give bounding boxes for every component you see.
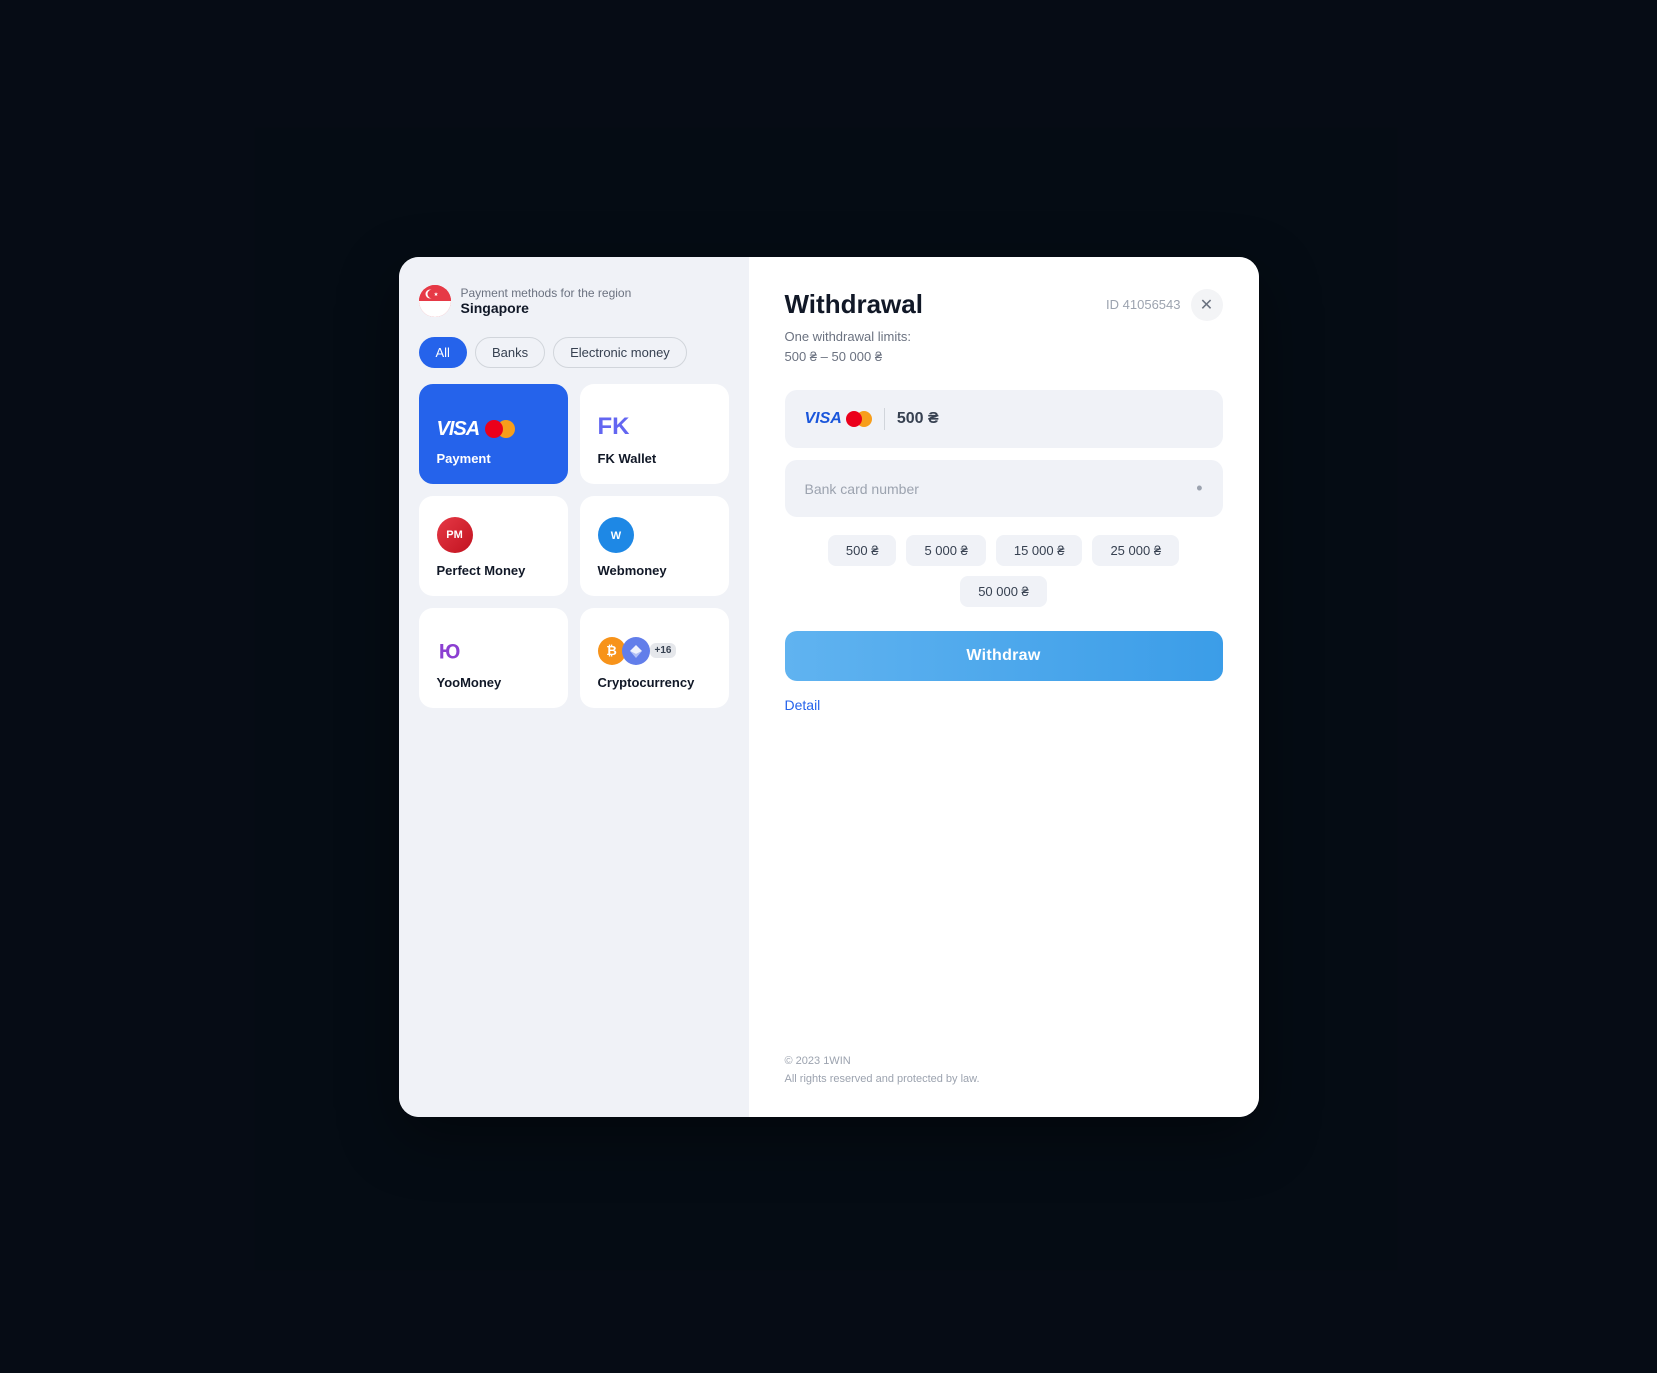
amount-chip-5000[interactable]: 5 000 ₴ — [906, 535, 985, 566]
region-name: Singapore — [461, 300, 632, 316]
withdrawal-header: Withdrawal ID 41056543 ✕ — [785, 289, 1223, 321]
close-button[interactable]: ✕ — [1191, 289, 1223, 321]
filter-banks[interactable]: Banks — [475, 337, 545, 368]
visa-label: Payment — [437, 451, 491, 466]
limits-line1: One withdrawal limits: — [785, 329, 911, 344]
region-label: Payment methods for the region — [461, 286, 632, 300]
payment-webmoney[interactable]: W Webmoney — [580, 496, 729, 596]
visa-logo: VISA — [437, 418, 516, 441]
yoomoney-label: YooMoney — [437, 675, 502, 690]
withdrawal-limits: One withdrawal limits: 500 ₴ – 50 000 ₴ — [785, 327, 1223, 369]
payment-visa[interactable]: VISA Payment — [419, 384, 568, 484]
quick-amounts: 500 ₴ 5 000 ₴ 15 000 ₴ 25 000 ₴ 50 000 ₴ — [785, 535, 1223, 607]
svg-text:Ю: Ю — [438, 640, 459, 663]
modal-dialog: Payment methods for the region Singapore… — [399, 257, 1259, 1117]
svg-text:W: W — [610, 530, 621, 542]
withdraw-button[interactable]: Withdraw — [785, 631, 1223, 681]
detail-link[interactable]: Detail — [785, 697, 1223, 713]
amount-divider — [884, 408, 885, 430]
fk-wallet-label: FK Wallet — [598, 451, 657, 466]
amount-chip-25000[interactable]: 25 000 ₴ — [1092, 535, 1179, 566]
flag-icon — [419, 285, 451, 317]
payment-fk-wallet[interactable]: FK FK Wallet — [580, 384, 729, 484]
yoomoney-icon: Ю — [437, 639, 473, 665]
visa-inline-logo: VISA — [805, 410, 872, 428]
filter-electronic[interactable]: Electronic money — [553, 337, 687, 368]
left-panel: Payment methods for the region Singapore… — [399, 257, 749, 1117]
filter-all[interactable]: All — [419, 337, 467, 368]
payment-perfect-money[interactable]: PM Perfect Money — [419, 496, 568, 596]
fk-wallet-icon: FK — [598, 413, 630, 441]
withdrawal-id: ID 41056543 — [1106, 297, 1180, 312]
mastercard-inline-icon — [846, 411, 872, 427]
card-input-row[interactable]: • — [785, 460, 1223, 517]
crypto-icon: ₿ +16 — [598, 637, 677, 665]
amount-chip-50000[interactable]: 50 000 ₴ — [960, 576, 1047, 607]
footer-line1: © 2023 1WIN — [785, 1055, 851, 1067]
footer-line2: All rights reserved and protected by law… — [785, 1073, 980, 1085]
crypto-plus-badge: +16 — [650, 643, 677, 658]
mc-red-sm — [846, 411, 862, 427]
perfect-money-icon: PM — [437, 517, 473, 553]
amount-chip-15000[interactable]: 15 000 ₴ — [996, 535, 1083, 566]
mastercard-icon — [485, 420, 515, 438]
region-header: Payment methods for the region Singapore — [419, 285, 729, 317]
visa-text: VISA — [437, 418, 480, 441]
visa-inline-text: VISA — [805, 410, 842, 428]
withdrawal-meta: ID 41056543 ✕ — [1106, 289, 1222, 321]
eth-icon — [622, 637, 650, 665]
footer: © 2023 1WIN All rights reserved and prot… — [785, 1053, 980, 1088]
amount-chip-500[interactable]: 500 ₴ — [828, 535, 897, 566]
amount-value: 500 ₴ — [897, 410, 939, 428]
card-number-input[interactable] — [805, 481, 1197, 497]
webmoney-icon: W — [598, 517, 634, 553]
perfect-money-label: Perfect Money — [437, 563, 526, 578]
withdrawal-title: Withdrawal — [785, 289, 923, 320]
limits-line2: 500 ₴ – 50 000 ₴ — [785, 349, 883, 364]
payment-yoomoney[interactable]: Ю YooMoney — [419, 608, 568, 708]
card-dot-icon: • — [1196, 478, 1202, 499]
amount-display: VISA 500 ₴ — [785, 390, 1223, 448]
right-panel: Withdrawal ID 41056543 ✕ One withdrawal … — [749, 257, 1259, 1117]
webmoney-label: Webmoney — [598, 563, 667, 578]
region-text: Payment methods for the region Singapore — [461, 286, 632, 316]
payment-crypto[interactable]: ₿ +16 Cryptocurrency — [580, 608, 729, 708]
crypto-label: Cryptocurrency — [598, 675, 695, 690]
filter-tabs: All Banks Electronic money — [419, 337, 729, 368]
payment-grid: VISA Payment FK FK Wallet PM Perfect Mon… — [419, 384, 729, 708]
